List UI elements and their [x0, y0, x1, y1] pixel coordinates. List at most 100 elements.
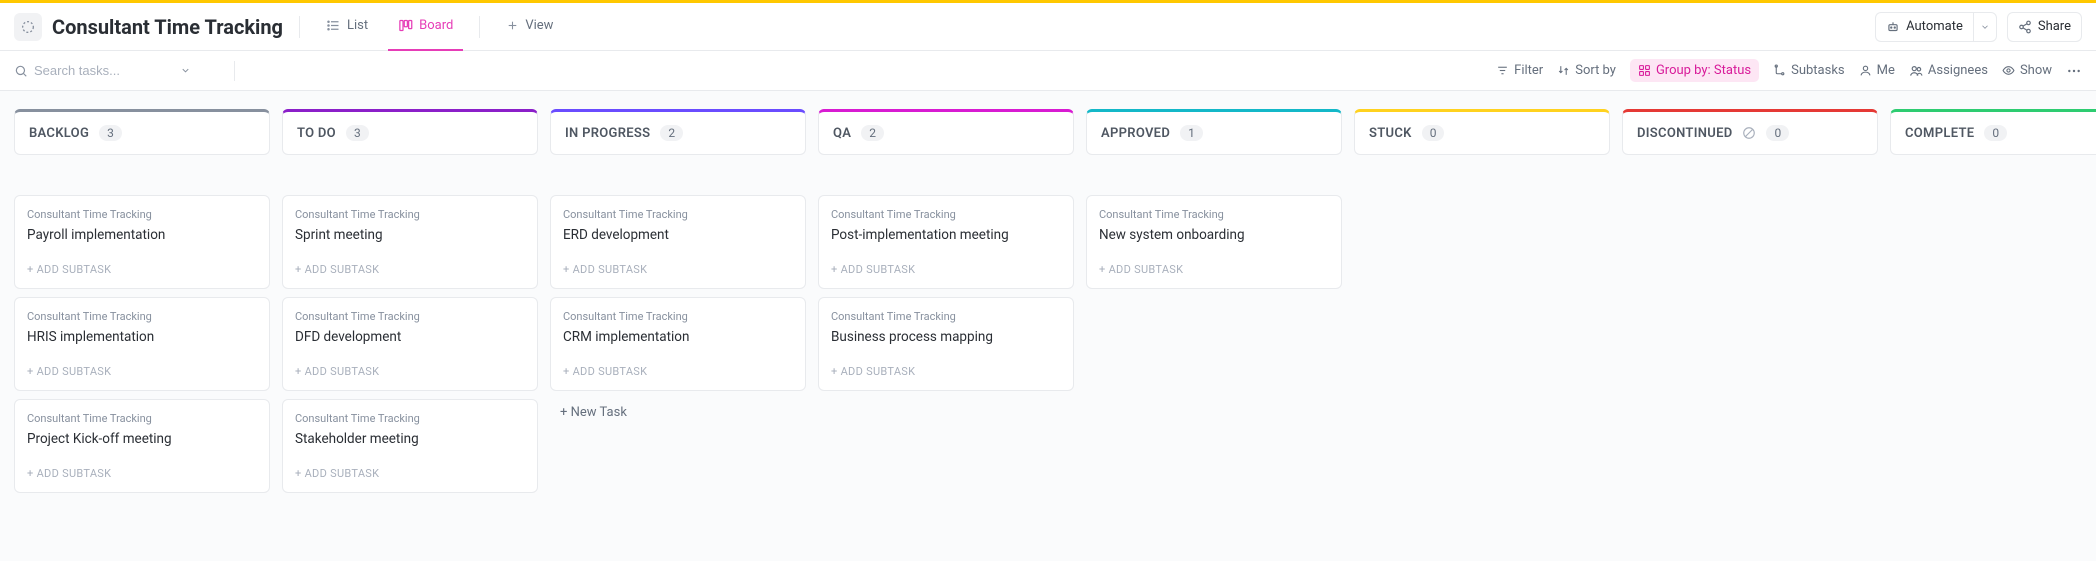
chevron-down-icon[interactable] — [180, 65, 191, 76]
column-inprogress: IN PROGRESS 2 Consultant Time TrackingERD … — [550, 109, 806, 543]
card-title: New system onboarding — [1099, 227, 1329, 243]
user-icon — [1859, 64, 1872, 77]
column-complete: COMPLETE0 — [1890, 109, 2096, 543]
group-icon — [1638, 64, 1651, 77]
task-card[interactable]: Consultant Time TrackingProject Kick-off… — [14, 399, 270, 493]
divider — [234, 61, 235, 81]
task-card[interactable]: Consultant Time TrackingHRIS implementat… — [14, 297, 270, 391]
column-cards: Consultant Time Tracking New system onboa… — [1086, 195, 1342, 289]
robot-icon — [1886, 20, 1900, 34]
add-subtask-button[interactable]: + ADD SUBTASK — [1099, 263, 1329, 276]
tab-list[interactable]: List — [316, 3, 378, 51]
subtasks-button[interactable]: Subtasks — [1773, 63, 1845, 78]
card-title: CRM implementation — [563, 329, 793, 345]
add-subtask-button[interactable]: + ADD SUBTASK — [563, 365, 793, 378]
column-title: TO DO — [297, 126, 336, 141]
show-button[interactable]: Show — [2002, 63, 2052, 78]
add-subtask-button[interactable]: + ADD SUBTASK — [295, 365, 525, 378]
task-card[interactable]: Consultant Time Tracking New system onboa… — [1086, 195, 1342, 289]
assignees-label: Assignees — [1928, 63, 1988, 78]
add-subtask-button[interactable]: + ADD SUBTASK — [27, 263, 257, 276]
sort-button[interactable]: Sort by — [1557, 63, 1616, 78]
card-title: Payroll implementation — [27, 227, 257, 243]
show-label: Show — [2020, 63, 2052, 78]
chevron-down-icon — [1980, 22, 1990, 32]
column-count: 2 — [660, 125, 683, 141]
new-task-button[interactable]: + New Task — [550, 399, 806, 426]
filter-button[interactable]: Filter — [1496, 63, 1543, 78]
tab-board-label: Board — [419, 18, 453, 33]
column-header[interactable]: TO DO3 — [282, 109, 538, 155]
card-title: Stakeholder meeting — [295, 431, 525, 447]
column-backlog: BACKLOG 3 Consultant Time TrackingPayroll … — [14, 109, 270, 543]
page-title: Consultant Time Tracking — [52, 15, 283, 39]
column-stuck: STUCK0 — [1354, 109, 1610, 543]
automate-caret[interactable] — [1973, 12, 1997, 42]
add-subtask-button[interactable]: + ADD SUBTASK — [27, 365, 257, 378]
column-header[interactable]: BACKLOG 3 — [14, 109, 270, 155]
search-box[interactable] — [14, 63, 214, 78]
column-count: 0 — [1422, 125, 1445, 141]
card-project: Consultant Time Tracking — [1099, 208, 1329, 221]
column-header[interactable]: STUCK0 — [1354, 109, 1610, 155]
card-project: Consultant Time Tracking — [831, 310, 1061, 323]
users-icon — [1909, 64, 1923, 78]
more-menu-button[interactable] — [2066, 63, 2082, 79]
list-avatar-icon — [14, 13, 42, 41]
column-cards: Consultant Time TrackingPayroll implemen… — [14, 195, 270, 493]
column-count: 3 — [99, 125, 122, 141]
ellipsis-icon — [2066, 63, 2082, 79]
add-subtask-button[interactable]: + ADD SUBTASK — [563, 263, 793, 276]
group-by-button[interactable]: Group by: Status — [1630, 59, 1759, 82]
eye-icon — [2002, 64, 2015, 77]
column-discontinued: DISCONTINUED0 — [1622, 109, 1878, 543]
add-view-button[interactable]: View — [496, 3, 563, 51]
add-subtask-button[interactable]: + ADD SUBTASK — [831, 263, 1061, 276]
me-button[interactable]: Me — [1859, 63, 1895, 78]
assignees-button[interactable]: Assignees — [1909, 63, 1988, 78]
plus-icon — [506, 19, 519, 32]
card-project: Consultant Time Tracking — [295, 310, 525, 323]
discontinued-icon — [1742, 126, 1756, 140]
task-card[interactable]: Consultant Time Tracking Business process… — [818, 297, 1074, 391]
card-title: ERD development — [563, 227, 793, 243]
task-card[interactable]: Consultant Time TrackingCRM implementati… — [550, 297, 806, 391]
task-card[interactable]: Consultant Time Tracking Stakeholder meet… — [282, 399, 538, 493]
tab-list-label: List — [347, 18, 368, 33]
board-area: BACKLOG3Consultant Time TrackingPayroll … — [0, 91, 2096, 561]
card-project: Consultant Time Tracking — [295, 412, 525, 425]
view-toolbar: Filter Sort by Group by: Status Subtasks — [0, 51, 2096, 91]
task-card[interactable]: Consultant Time TrackingPost-implementat… — [818, 195, 1074, 289]
column-count: 0 — [1766, 125, 1789, 141]
divider — [299, 16, 300, 38]
add-subtask-button[interactable]: + ADD SUBTASK — [295, 263, 525, 276]
column-header[interactable]: APPROVED1 — [1086, 109, 1342, 155]
add-subtask-button[interactable]: + ADD SUBTASK — [27, 467, 257, 480]
card-title: Sprint meeting — [295, 227, 525, 243]
task-card[interactable]: Consultant Time Tracking Sprint meeting + … — [282, 195, 538, 289]
column-header[interactable]: IN PROGRESS 2 — [550, 109, 806, 155]
share-icon — [2018, 20, 2032, 34]
board-icon — [398, 18, 413, 33]
page-header: Consultant Time Tracking List Board View… — [0, 3, 2096, 51]
column-cards: Consultant Time TrackingERD development+… — [550, 195, 806, 426]
column-header[interactable]: COMPLETE0 — [1890, 109, 2096, 155]
add-subtask-button[interactable]: + ADD SUBTASK — [295, 467, 525, 480]
column-title: BACKLOG — [29, 126, 89, 141]
automate-button[interactable]: Automate — [1875, 12, 1973, 42]
search-icon — [14, 64, 28, 78]
card-project: Consultant Time Tracking — [295, 208, 525, 221]
search-input[interactable] — [34, 63, 174, 78]
task-card[interactable]: Consultant Time TrackingERD development+… — [550, 195, 806, 289]
task-card[interactable]: Consultant Time Tracking DFD development +… — [282, 297, 538, 391]
add-subtask-button[interactable]: + ADD SUBTASK — [831, 365, 1061, 378]
column-header[interactable]: DISCONTINUED0 — [1622, 109, 1878, 155]
card-title: DFD development — [295, 329, 525, 345]
card-title: Business process mapping — [831, 329, 1061, 345]
column-title: QA — [833, 126, 851, 141]
task-card[interactable]: Consultant Time TrackingPayroll implemen… — [14, 195, 270, 289]
tab-board[interactable]: Board — [388, 3, 463, 51]
column-title: IN PROGRESS — [565, 126, 650, 141]
share-button[interactable]: Share — [2007, 12, 2082, 42]
column-header[interactable]: QA2 — [818, 109, 1074, 155]
